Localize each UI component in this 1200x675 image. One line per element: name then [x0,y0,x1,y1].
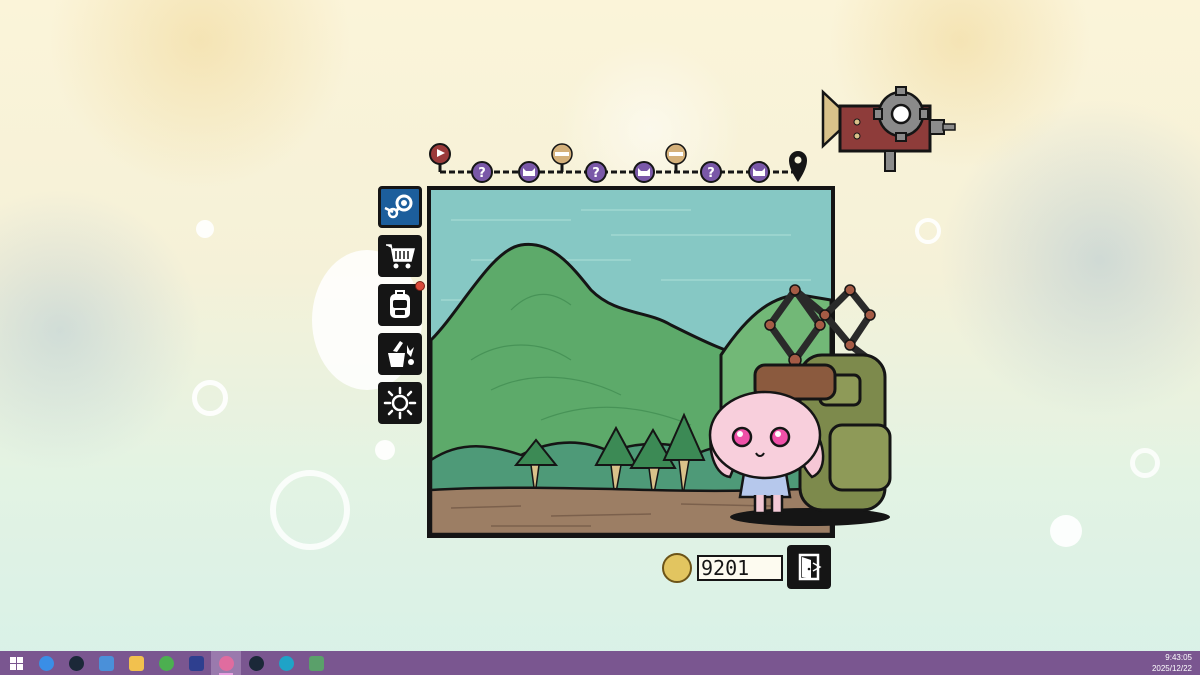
taskbar-app-chrome[interactable] [151,651,181,675]
coin-amount: 9201 [697,555,783,581]
window-icon [308,655,324,671]
svg-text:?: ? [478,166,486,181]
backpack-button[interactable] [378,281,425,326]
svg-text:?: ? [592,166,600,181]
taskbar-app-store[interactable] [181,651,211,675]
background-bubble [196,220,214,238]
coin-icon [662,553,692,583]
edge-icon [278,655,294,671]
route-node-question-icon: ? [585,161,607,183]
taskbar-app-explorer[interactable] [121,651,151,675]
game-icon [218,655,234,671]
side-menu [378,186,425,431]
route-node-tent-icon [665,143,687,165]
route-node-question-icon: ? [471,161,493,183]
remote-desktop-icon [98,655,114,671]
sun-gear-icon [383,386,417,420]
exit-button[interactable] [787,545,831,589]
route-node-cat-face-icon [748,161,770,183]
notification-badge [415,281,425,291]
shop-button[interactable] [378,235,422,277]
steam-icon [384,194,413,219]
clock-time: 9:43:05 [1165,653,1192,662]
shopping-cart-icon [386,244,415,269]
taskbar-app-monitor[interactable] [301,651,331,675]
windows-icon [8,655,24,671]
route-node-cat-face-icon [518,161,540,183]
route-node-cat-face-icon [633,161,655,183]
background-bubble [1050,515,1082,547]
svg-text:?: ? [707,166,715,181]
background-bubble [1130,448,1160,478]
edge-icon [38,655,54,671]
route-node-tent-icon [551,143,573,165]
route-node-question-icon: ? [700,161,722,183]
crafting-icon [388,341,414,367]
taskbar-app-edge[interactable] [271,651,301,675]
folder-icon [128,655,144,671]
exit-door-icon [798,553,822,581]
route-start-flag-icon [429,143,451,172]
items-button[interactable] [378,333,422,375]
taskbar [0,651,1200,675]
background-bubble [375,440,395,460]
settings-button[interactable] [378,382,422,424]
chrome-icon [158,655,174,671]
coin-counter: 9201 [662,546,783,590]
taskbar-app-steam-2[interactable] [241,651,271,675]
taskbar-clock[interactable]: 9:43:05 2025/12/22 [1152,651,1192,675]
taskbar-app-edge-dev[interactable] [31,651,61,675]
steam-icon [248,655,264,671]
clock-date: 2025/12/22 [1151,664,1192,673]
camera-gear-device [821,86,956,172]
taskbar-app-game[interactable] [211,651,241,675]
player-character [708,284,892,526]
background-bubble [192,380,228,416]
background-swirl [270,470,350,550]
route-destination-map-pin-icon [789,151,807,182]
taskbar-app-remote[interactable] [91,651,121,675]
route-progress-bar: ? ? ? [429,143,807,183]
background-bubble [915,218,941,244]
steam-button[interactable] [378,186,422,228]
steam-icon [68,655,84,671]
backpack-icon [390,290,410,318]
start-button[interactable] [1,651,31,675]
store-icon [188,655,204,671]
taskbar-app-steam[interactable] [61,651,91,675]
